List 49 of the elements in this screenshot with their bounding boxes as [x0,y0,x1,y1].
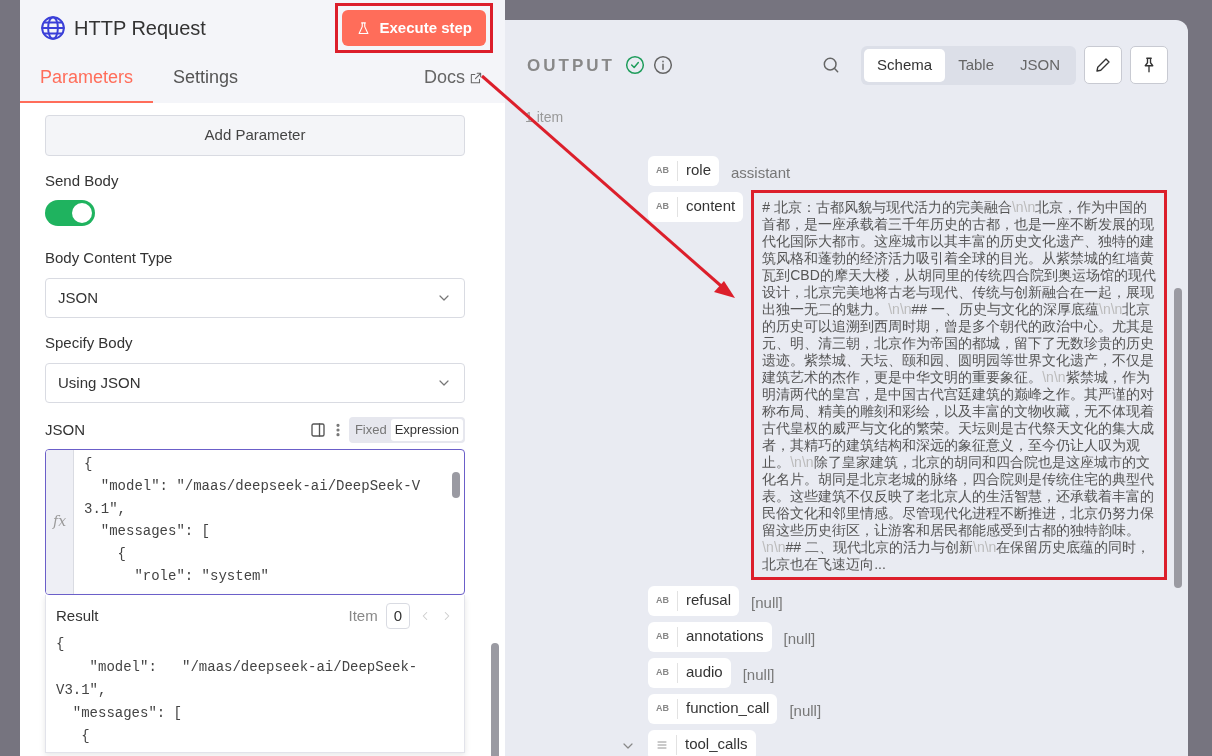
edit-button[interactable] [1084,46,1122,85]
field-value: assistant [731,162,791,183]
field-label: JSON [45,419,85,440]
info-icon[interactable] [652,55,673,76]
view-tab[interactable]: JSON [1007,49,1073,82]
item-label: Item [348,605,378,626]
field-value: [null] [751,592,783,613]
schema-field-chip: AB refusal [648,585,740,616]
field-label: Send Body [45,170,120,191]
field-value: [null] [783,628,816,649]
result-title: Result [56,605,99,626]
field-value: [null] [789,700,822,721]
panel-title: OUTPUT [527,54,615,77]
schema-field-chip: AB audio [648,657,731,688]
schema-field-chip: AB role [648,155,719,186]
result-code: { "model": "/maas/deepseek-ai/DeepSeek- V3.1", "messages": [ { [56,635,419,746]
field-label: Body Content Type [45,248,174,268]
view-tab[interactable]: Schema [864,49,946,82]
external-link-icon [469,70,483,85]
split-panel-icon[interactable] [308,420,327,439]
schema-field-chip: AB annotations [648,621,772,652]
globe-icon [40,15,66,41]
toggle-switch[interactable] [45,200,95,226]
select-field[interactable]: JSON [45,277,465,318]
select-field[interactable]: Using JSON [45,362,465,403]
node-title: HTTP Request [74,16,206,41]
list-icon [656,738,668,751]
scrollbar[interactable] [452,471,460,498]
pin-button[interactable] [1130,46,1168,85]
view-tab[interactable]: Table [945,49,1007,82]
schema-field-chip: AB function_call [648,693,778,724]
field-value: [null] [742,664,775,685]
flask-icon [356,20,372,36]
mode-toggle[interactable]: Expression [390,419,463,441]
more-vertical-icon[interactable] [334,421,341,438]
function-marker: fx [46,449,74,594]
code-editor[interactable]: fx { "model": "/maas/deepseek-ai/DeepSeek-V 3.1", "messages": [ { "role": "system" [45,448,465,595]
pencil-icon [1094,56,1112,75]
schema-field-chip: tool_calls [648,729,756,756]
docs-link[interactable]: Docs [424,64,505,103]
schema-field-chip: AB content [648,191,744,222]
scrollbar[interactable] [1174,287,1182,588]
check-circle-icon [624,55,645,76]
tab[interactable]: Settings [153,56,259,103]
mode-toggle[interactable]: Fixed [350,419,391,441]
item-field[interactable]: 0 [385,602,410,629]
code-text: { "model": "/maas/deepseek-ai/DeepSeek-V 3.1", "messages": [ { "role": "system" [83,454,422,586]
field-label: Specify Body [45,333,134,353]
add-parameter-button[interactable]: Add Parameter [45,115,465,156]
